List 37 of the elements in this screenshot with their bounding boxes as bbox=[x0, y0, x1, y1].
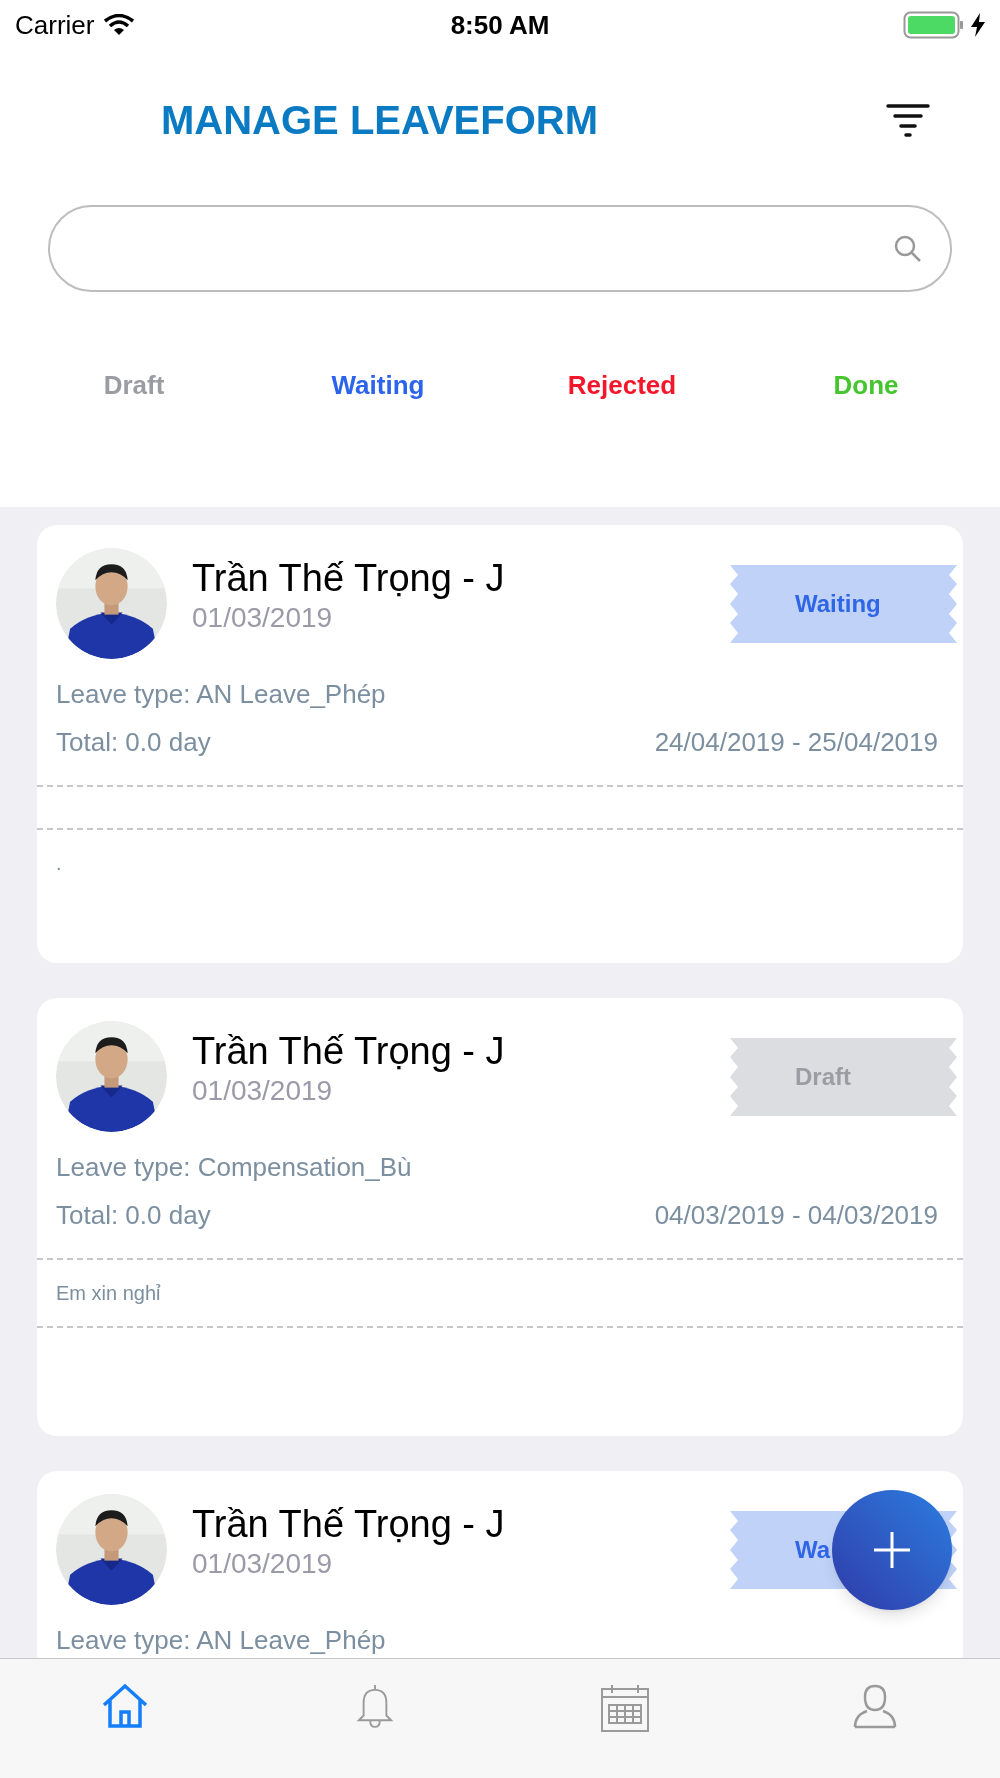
status-tab[interactable]: Draft bbox=[103, 366, 165, 405]
calendar-icon bbox=[600, 1683, 650, 1733]
reason-text: Em xin nghỉ bbox=[56, 1281, 161, 1306]
leave-card[interactable]: Trần Thế Trọng - J 01/03/2019 Wa Leave type: AN Leave_Phép bbox=[37, 1471, 963, 1658]
charging-icon bbox=[971, 13, 985, 37]
total-days: Total: 0.0 day bbox=[56, 1198, 211, 1232]
total-days: Total: 0.0 day bbox=[56, 725, 211, 759]
employee-name: Trần Thế Trọng - J bbox=[192, 1029, 506, 1073]
search-field[interactable] bbox=[48, 205, 952, 292]
leave-type: Leave type: Compensation_Bù bbox=[56, 1151, 413, 1184]
home-icon bbox=[101, 1683, 149, 1729]
status-tab[interactable]: Rejected bbox=[567, 366, 677, 405]
employee-name: Trần Thế Trọng - J bbox=[192, 1502, 506, 1546]
page-title: MANAGE LEAVEFORM bbox=[161, 97, 599, 144]
leave-type: Leave type: AN Leave_Phép bbox=[56, 678, 387, 711]
search-icon bbox=[894, 234, 922, 263]
status-tab[interactable]: Waiting bbox=[331, 366, 425, 405]
filter-icon bbox=[886, 102, 930, 138]
leave-card[interactable]: Trần Thế Trọng - J 01/03/2019 Draft Leave type: Compensation_Bù Total: 0.0 day 04/03/2019 - 04/03/2019 Em xin nghỉ bbox=[37, 998, 963, 1436]
wifi-icon bbox=[104, 14, 135, 36]
employee-name: Trần Thế Trọng - J bbox=[192, 556, 506, 600]
battery-icon bbox=[903, 11, 965, 39]
request-date: 01/03/2019 bbox=[192, 1074, 334, 1108]
person-icon bbox=[852, 1683, 898, 1729]
leave-card[interactable]: Trần Thế Trọng - J 01/03/2019 Waiting Leave type: AN Leave_Phép Total: 0.0 day 24/04/2019 - 25/04/2019 . bbox=[37, 525, 963, 963]
carrier-label: Carrier bbox=[15, 8, 95, 42]
plus-icon bbox=[872, 1530, 912, 1570]
request-date: 01/03/2019 bbox=[192, 601, 334, 635]
status-badge: Draft bbox=[730, 1038, 957, 1116]
request-date: 01/03/2019 bbox=[192, 1547, 334, 1581]
clock-time: 8:50 AM bbox=[450, 8, 550, 42]
bell-icon bbox=[356, 1683, 394, 1729]
note-text: . bbox=[56, 852, 62, 874]
leave-type: Leave type: AN Leave_Phép bbox=[56, 1624, 387, 1657]
status-badge: Waiting bbox=[730, 565, 957, 643]
date-range: 04/03/2019 - 04/03/2019 bbox=[654, 1199, 938, 1232]
date-range: 24/04/2019 - 25/04/2019 bbox=[654, 726, 938, 759]
